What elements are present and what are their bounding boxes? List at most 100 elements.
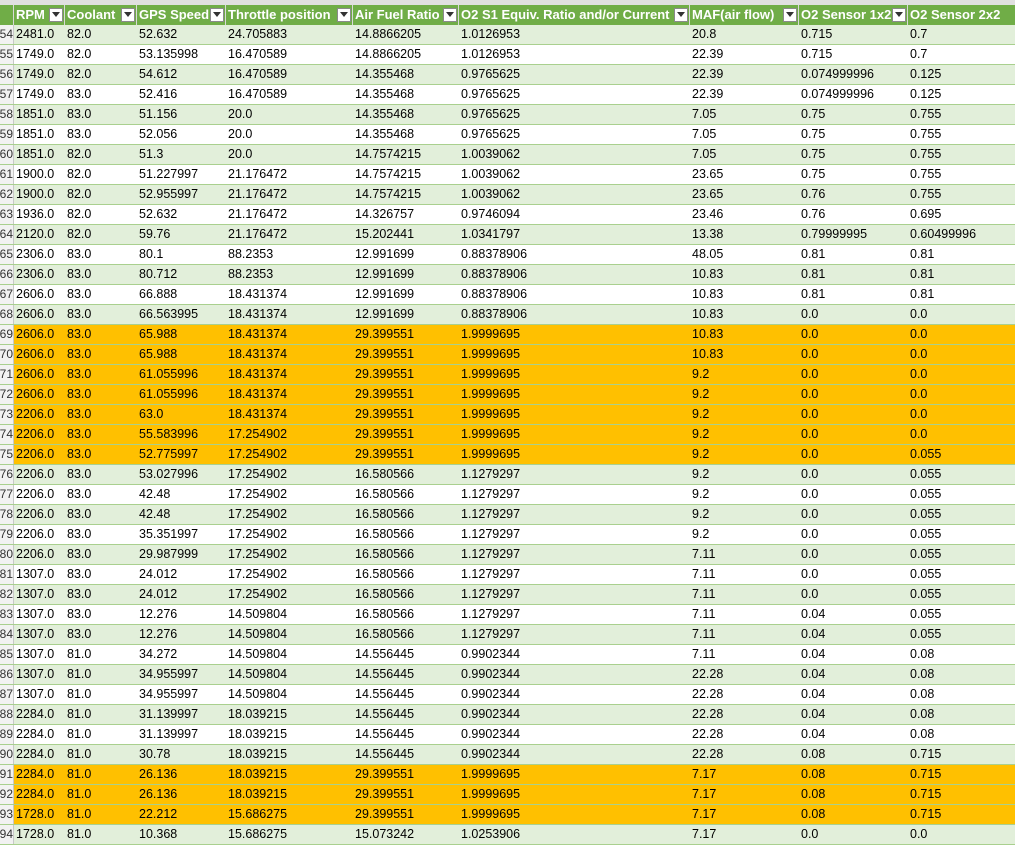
table-cell[interactable]: 1307.0 [14, 625, 65, 644]
table-cell[interactable]: 0.79999995 [799, 225, 908, 244]
table-cell[interactable]: 82.0 [65, 45, 137, 64]
table-row[interactable]: 80 2206.0 83.0 29.987999 17.254902 16.580566 1… [0, 545, 1015, 565]
table-cell[interactable]: 0.055 [908, 465, 1015, 484]
table-cell[interactable]: 1851.0 [14, 145, 65, 164]
table-cell[interactable]: 0.88378906 [459, 265, 690, 284]
table-cell[interactable]: 0.9902344 [459, 725, 690, 744]
table-cell[interactable]: 10.83 [690, 305, 799, 324]
table-cell[interactable]: 0.04 [799, 605, 908, 624]
table-cell[interactable]: 1749.0 [14, 45, 65, 64]
row-number[interactable]: 73 [0, 405, 14, 424]
table-cell[interactable]: 2284.0 [14, 705, 65, 724]
table-cell[interactable]: 0.9765625 [459, 125, 690, 144]
table-cell[interactable]: 0.055 [908, 445, 1015, 464]
table-cell[interactable]: 0.81 [908, 245, 1015, 264]
table-cell[interactable]: 9.2 [690, 485, 799, 504]
table-cell[interactable]: 20.0 [226, 145, 353, 164]
table-cell[interactable]: 18.039215 [226, 745, 353, 764]
table-cell[interactable]: 0.055 [908, 485, 1015, 504]
table-cell[interactable]: 65.988 [137, 345, 226, 364]
table-cell[interactable]: 83.0 [65, 305, 137, 324]
table-cell[interactable]: 83.0 [65, 405, 137, 424]
table-cell[interactable]: 35.351997 [137, 525, 226, 544]
table-cell[interactable]: 42.48 [137, 485, 226, 504]
table-cell[interactable]: 14.556445 [353, 645, 459, 664]
table-cell[interactable]: 0.81 [799, 265, 908, 284]
table-cell[interactable]: 1.1279297 [459, 525, 690, 544]
table-cell[interactable]: 51.3 [137, 145, 226, 164]
table-cell[interactable]: 17.254902 [226, 525, 353, 544]
table-cell[interactable]: 66.888 [137, 285, 226, 304]
table-cell[interactable]: 14.326757 [353, 205, 459, 224]
table-cell[interactable]: 0.75 [799, 145, 908, 164]
table-cell[interactable]: 0.715 [799, 45, 908, 64]
table-cell[interactable]: 0.755 [908, 185, 1015, 204]
table-cell[interactable]: 1749.0 [14, 85, 65, 104]
table-cell[interactable]: 14.355468 [353, 105, 459, 124]
column-header-throttle-position[interactable]: Throttle position [226, 5, 353, 25]
table-row[interactable]: 83 1307.0 83.0 12.276 14.509804 16.580566 1.12… [0, 605, 1015, 625]
table-cell[interactable]: 0.0 [908, 425, 1015, 444]
row-number[interactable]: 65 [0, 245, 14, 264]
table-cell[interactable]: 65.988 [137, 325, 226, 344]
table-cell[interactable]: 0.0 [799, 325, 908, 344]
table-cell[interactable]: 16.470589 [226, 45, 353, 64]
table-cell[interactable]: 10.368 [137, 825, 226, 844]
table-cell[interactable]: 21.176472 [226, 165, 353, 184]
table-row[interactable]: 77 2206.0 83.0 42.48 17.254902 16.580566 1.127… [0, 485, 1015, 505]
table-cell[interactable]: 83.0 [65, 85, 137, 104]
table-cell[interactable]: 52.056 [137, 125, 226, 144]
table-cell[interactable]: 2206.0 [14, 485, 65, 504]
table-cell[interactable]: 83.0 [65, 465, 137, 484]
table-cell[interactable]: 22.28 [690, 745, 799, 764]
table-cell[interactable]: 1.0126953 [459, 45, 690, 64]
table-cell[interactable]: 63.0 [137, 405, 226, 424]
row-number[interactable]: 91 [0, 765, 14, 784]
table-cell[interactable]: 14.7574215 [353, 165, 459, 184]
table-cell[interactable]: 9.2 [690, 425, 799, 444]
table-cell[interactable]: 15.686275 [226, 825, 353, 844]
table-cell[interactable]: 31.139997 [137, 705, 226, 724]
table-cell[interactable]: 24.012 [137, 585, 226, 604]
table-cell[interactable]: 1.0039062 [459, 165, 690, 184]
table-cell[interactable]: 16.580566 [353, 505, 459, 524]
table-cell[interactable]: 1851.0 [14, 125, 65, 144]
table-cell[interactable]: 1.0126953 [459, 25, 690, 44]
table-cell[interactable]: 0.0 [908, 405, 1015, 424]
table-cell[interactable]: 2206.0 [14, 505, 65, 524]
table-cell[interactable]: 0.055 [908, 605, 1015, 624]
table-cell[interactable]: 12.991699 [353, 285, 459, 304]
table-cell[interactable]: 88.2353 [226, 245, 353, 264]
table-cell[interactable]: 22.39 [690, 65, 799, 84]
table-cell[interactable]: 0.715 [799, 25, 908, 44]
table-cell[interactable]: 7.11 [690, 585, 799, 604]
table-cell[interactable]: 83.0 [65, 125, 137, 144]
table-cell[interactable]: 7.11 [690, 565, 799, 584]
table-cell[interactable]: 14.556445 [353, 725, 459, 744]
filter-dropdown-icon[interactable] [210, 8, 224, 22]
table-cell[interactable]: 22.28 [690, 705, 799, 724]
table-cell[interactable]: 52.955997 [137, 185, 226, 204]
table-row[interactable]: 70 2606.0 83.0 65.988 18.431374 29.399551 1.99… [0, 345, 1015, 365]
table-cell[interactable]: 1.9999695 [459, 345, 690, 364]
row-number[interactable]: 78 [0, 505, 14, 524]
table-cell[interactable]: 29.399551 [353, 325, 459, 344]
table-cell[interactable]: 0.715 [908, 765, 1015, 784]
table-cell[interactable]: 15.202441 [353, 225, 459, 244]
table-cell[interactable]: 1307.0 [14, 585, 65, 604]
table-cell[interactable]: 0.055 [908, 545, 1015, 564]
table-cell[interactable]: 16.470589 [226, 65, 353, 84]
table-cell[interactable]: 48.05 [690, 245, 799, 264]
table-cell[interactable]: 0.7 [908, 45, 1015, 64]
table-cell[interactable]: 0.08 [908, 645, 1015, 664]
table-cell[interactable]: 2206.0 [14, 465, 65, 484]
table-cell[interactable]: 81.0 [65, 665, 137, 684]
table-cell[interactable]: 59.76 [137, 225, 226, 244]
table-cell[interactable]: 0.9765625 [459, 105, 690, 124]
table-cell[interactable]: 9.2 [690, 365, 799, 384]
table-cell[interactable]: 7.17 [690, 805, 799, 824]
table-cell[interactable]: 81.0 [65, 725, 137, 744]
row-number[interactable]: 54 [0, 25, 14, 44]
table-row[interactable]: 86 1307.0 81.0 34.955997 14.509804 14.556445 0… [0, 665, 1015, 685]
row-number[interactable]: 63 [0, 205, 14, 224]
